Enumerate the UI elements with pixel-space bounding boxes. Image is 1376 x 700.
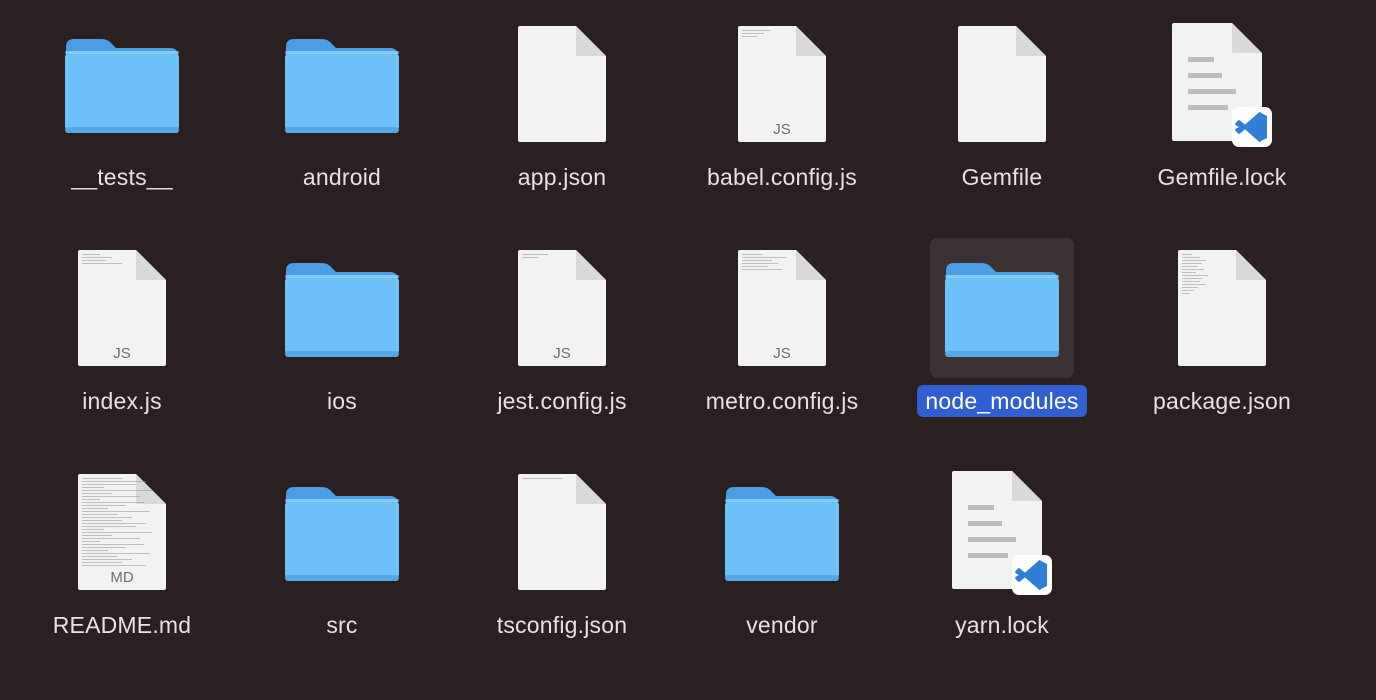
- file-item-metro-config-js[interactable]: JS metro.config.js: [672, 224, 892, 448]
- file-item-gemfile[interactable]: Gemfile: [892, 0, 1112, 224]
- folder-icon: [50, 14, 194, 154]
- js-file-icon: JS: [710, 238, 854, 378]
- file-item-android[interactable]: android: [232, 0, 452, 224]
- file-name-label: Gemfile: [961, 164, 1043, 190]
- file-item-tsconfig-json[interactable]: tsconfig.json: [452, 448, 672, 672]
- file-name-label: README.md: [52, 612, 192, 638]
- file-name-label: ios: [326, 388, 357, 414]
- svg-text:JS: JS: [773, 345, 791, 362]
- file-name-label: metro.config.js: [705, 388, 859, 414]
- file-grid: __tests__ android app.json JS babel.conf…: [12, 0, 1332, 672]
- js-file-icon: JS: [710, 14, 854, 154]
- svg-text:MD: MD: [110, 569, 133, 586]
- file-name-label: src: [326, 612, 358, 638]
- folder-icon: [270, 238, 414, 378]
- svg-text:JS: JS: [553, 345, 571, 362]
- file-name-label: vendor: [746, 612, 818, 638]
- file-name-label: package.json: [1153, 388, 1291, 414]
- file-item-app-json[interactable]: app.json: [452, 0, 672, 224]
- svg-text:JS: JS: [773, 121, 791, 138]
- file-name-label: tsconfig.json: [496, 612, 628, 638]
- folder-icon: [930, 238, 1074, 378]
- file-item-ios[interactable]: ios: [232, 224, 452, 448]
- document-icon: [930, 14, 1074, 154]
- file-item-node-modules[interactable]: node_modules: [892, 224, 1112, 448]
- file-name-label: android: [302, 164, 382, 190]
- js-file-icon: JS: [50, 238, 194, 378]
- file-item-jest-config-js[interactable]: JS jest.config.js: [452, 224, 672, 448]
- document-icon: [490, 14, 634, 154]
- svg-text:JS: JS: [113, 345, 131, 362]
- file-name-label: node_modules: [917, 385, 1087, 417]
- file-name-label: index.js: [82, 388, 162, 414]
- file-item-index-js[interactable]: JS index.js: [12, 224, 232, 448]
- folder-icon: [710, 462, 854, 602]
- markdown-file-icon: MD: [50, 462, 194, 602]
- file-name-label: yarn.lock: [955, 612, 1049, 638]
- file-item-gemfile-lock[interactable]: Gemfile.lock: [1112, 0, 1332, 224]
- file-item-readme-md[interactable]: MD README.md: [12, 448, 232, 672]
- file-name-label: babel.config.js: [706, 164, 858, 190]
- document-icon: [1150, 238, 1294, 378]
- folder-icon: [270, 14, 414, 154]
- vscode-file-icon: [930, 462, 1074, 602]
- file-item-yarn-lock[interactable]: yarn.lock: [892, 448, 1112, 672]
- file-item-babel-config-js[interactable]: JS babel.config.js: [672, 0, 892, 224]
- file-name-label: Gemfile.lock: [1157, 164, 1287, 190]
- file-name-label: __tests__: [71, 164, 173, 190]
- file-item-tests[interactable]: __tests__: [12, 0, 232, 224]
- file-name-label: jest.config.js: [497, 388, 627, 414]
- file-item-package-json[interactable]: package.json: [1112, 224, 1332, 448]
- file-item-src[interactable]: src: [232, 448, 452, 672]
- js-file-icon: JS: [490, 238, 634, 378]
- vscode-file-icon: [1150, 14, 1294, 154]
- folder-icon: [270, 462, 414, 602]
- file-item-vendor[interactable]: vendor: [672, 448, 892, 672]
- file-name-label: app.json: [517, 164, 607, 190]
- document-icon: [490, 462, 634, 602]
